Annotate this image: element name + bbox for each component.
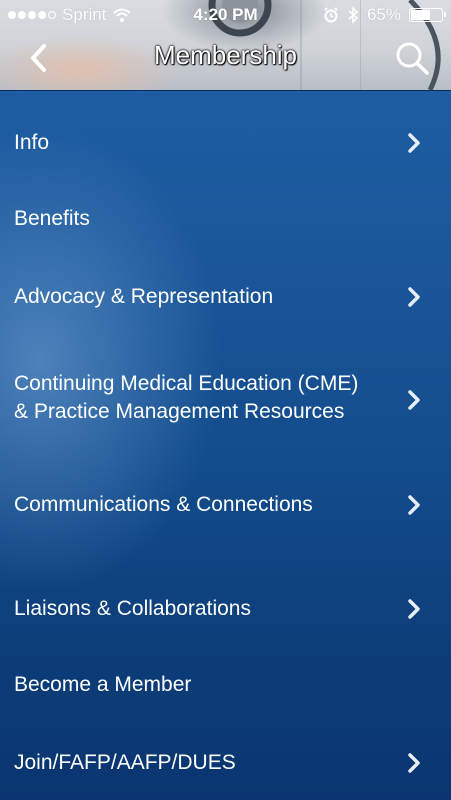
chevron-right-icon — [408, 599, 420, 619]
menu-item-label: Benefits — [14, 207, 90, 230]
alarm-icon — [324, 7, 338, 23]
menu-item-become-member[interactable]: Become a Member — [0, 649, 451, 721]
bluetooth-icon — [348, 6, 359, 24]
search-icon — [396, 42, 429, 75]
chevron-right-icon — [408, 133, 420, 153]
chevron-right-icon — [408, 390, 420, 410]
chevron-right-icon — [408, 495, 420, 515]
menu-item-liaisons[interactable]: Liaisons & Collaborations — [0, 571, 451, 647]
menu-item-label: Become a Member — [14, 673, 192, 696]
battery-percent: 65% — [366, 5, 401, 24]
search-button[interactable] — [392, 38, 432, 78]
chevron-right-icon — [408, 753, 420, 773]
menu-item-communications[interactable]: Communications & Connections — [0, 467, 451, 543]
battery-icon — [409, 8, 446, 22]
menu-item-join-dues[interactable]: Join/FAFP/AAFP/DUES — [0, 725, 451, 800]
menu-item-cme[interactable]: Continuing Medical Education (CME) & Pra… — [0, 353, 451, 449]
menu-item-label: Info — [14, 131, 50, 154]
menu-item-info[interactable]: Info — [0, 105, 451, 181]
menu-item-label: Advocacy & Representation — [14, 285, 274, 308]
menu-item-label-line1: Continuing Medical Education (CME) — [14, 372, 359, 395]
menu-item-label: Communications & Connections — [14, 493, 313, 516]
status-bar: Sprint 4:20 PM 65% — [0, 0, 451, 30]
menu-item-label-line2: & Practice Management Resources — [14, 400, 345, 423]
chevron-right-icon — [408, 287, 420, 307]
menu-item-advocacy[interactable]: Advocacy & Representation — [0, 259, 451, 335]
page-title: Membership — [153, 40, 298, 70]
membership-screen: Sprint 4:20 PM 65% Membership Info Benef… — [0, 0, 451, 800]
menu-list: Info Benefits Advocacy & Representation … — [0, 91, 451, 800]
menu-item-label: Join/FAFP/AAFP/DUES — [14, 751, 236, 774]
menu-item-label: Liaisons & Collaborations — [14, 597, 251, 620]
menu-item-benefits[interactable]: Benefits — [0, 183, 451, 255]
